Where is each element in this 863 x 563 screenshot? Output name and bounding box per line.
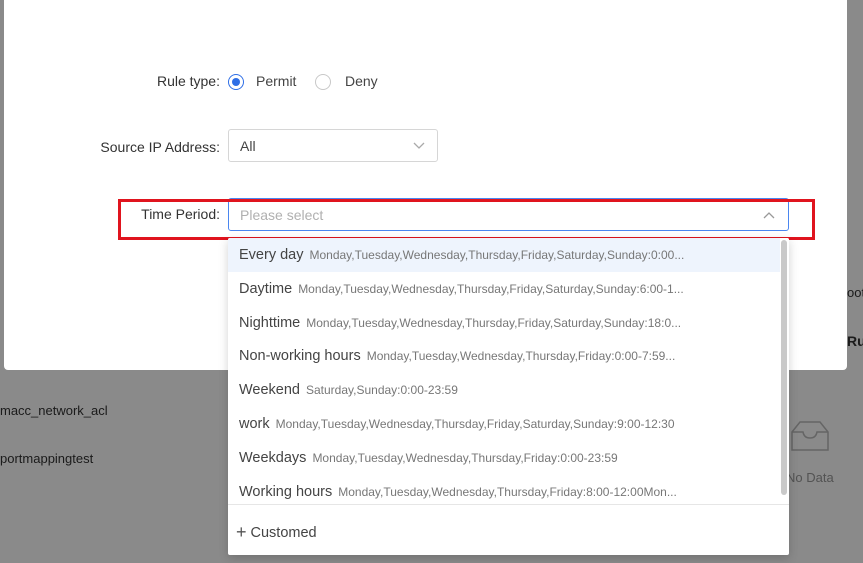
dropdown-option-every-day[interactable]: Every day Monday,Tuesday,Wednesday,Thursd… (228, 238, 780, 272)
permit-radio-label[interactable]: Permit (256, 73, 296, 89)
option-desc: Monday,Tuesday,Wednesday,Thursday,Friday… (275, 416, 675, 431)
source-ip-select[interactable]: All (228, 129, 438, 162)
option-desc: Monday,Tuesday,Wednesday,Thursday,Friday… (298, 281, 684, 296)
customed-button[interactable]: + Customed (228, 504, 789, 555)
rule-type-label: Rule type: (156, 73, 220, 89)
option-name: Daytime (239, 280, 293, 297)
scrollbar-thumb[interactable] (781, 240, 787, 495)
deny-radio[interactable] (315, 74, 331, 90)
dropdown-option-daytime[interactable]: Daytime Monday,Tuesday,Wednesday,Thursday… (228, 272, 780, 306)
option-desc: Monday,Tuesday,Wednesday,Thursday,Friday… (366, 349, 676, 364)
highlight-box (118, 199, 815, 240)
option-name: Every day (239, 247, 304, 263)
option-desc: Monday,Tuesday,Wednesday,Thursday,Friday… (338, 484, 677, 499)
permit-radio[interactable] (228, 74, 244, 90)
option-desc: Monday,Tuesday,Wednesday,Thursday,Friday… (312, 450, 618, 465)
dropdown-list: Every day Monday,Tuesday,Wednesday,Thursd… (228, 238, 780, 500)
option-desc: Monday,Tuesday,Wednesday,Thursday,Friday… (309, 248, 685, 262)
chevron-down-icon (413, 142, 425, 149)
option-name: Weekdays (239, 449, 307, 466)
dropdown-option-working-hours[interactable]: Working hours Monday,Tuesday,Wednesday,Th… (228, 475, 780, 500)
dropdown-option-weekdays[interactable]: Weekdays Monday,Tuesday,Wednesday,Thursda… (228, 441, 780, 475)
plus-icon: + (236, 522, 247, 542)
option-name: work (239, 415, 270, 432)
deny-radio-label[interactable]: Deny (345, 73, 378, 89)
option-name: Weekend (239, 382, 300, 399)
option-desc: Saturday,Sunday:0:00-23:59 (306, 383, 458, 398)
source-ip-value: All (240, 138, 256, 154)
dropdown-option-non-working-hours[interactable]: Non-working hours Monday,Tuesday,Wednesda… (228, 339, 780, 373)
dropdown-option-nighttime[interactable]: Nighttime Monday,Tuesday,Wednesday,Thursd… (228, 306, 780, 340)
option-desc: Monday,Tuesday,Wednesday,Thursday,Friday… (306, 315, 682, 330)
time-period-dropdown: Every day Monday,Tuesday,Wednesday,Thursd… (228, 238, 789, 555)
customed-label: Customed (250, 525, 317, 541)
source-ip-label: Source IP Address: (100, 139, 220, 155)
option-name: Non-working hours (239, 348, 361, 365)
dropdown-option-weekend[interactable]: Weekend Saturday,Sunday:0:00-23:59 (228, 373, 780, 407)
option-name: Nighttime (239, 314, 301, 331)
option-name: Working hours (239, 483, 333, 500)
dropdown-option-work[interactable]: work Monday,Tuesday,Wednesday,Thursday,Fr… (228, 407, 780, 441)
dropdown-scrollbar[interactable] (780, 238, 789, 500)
